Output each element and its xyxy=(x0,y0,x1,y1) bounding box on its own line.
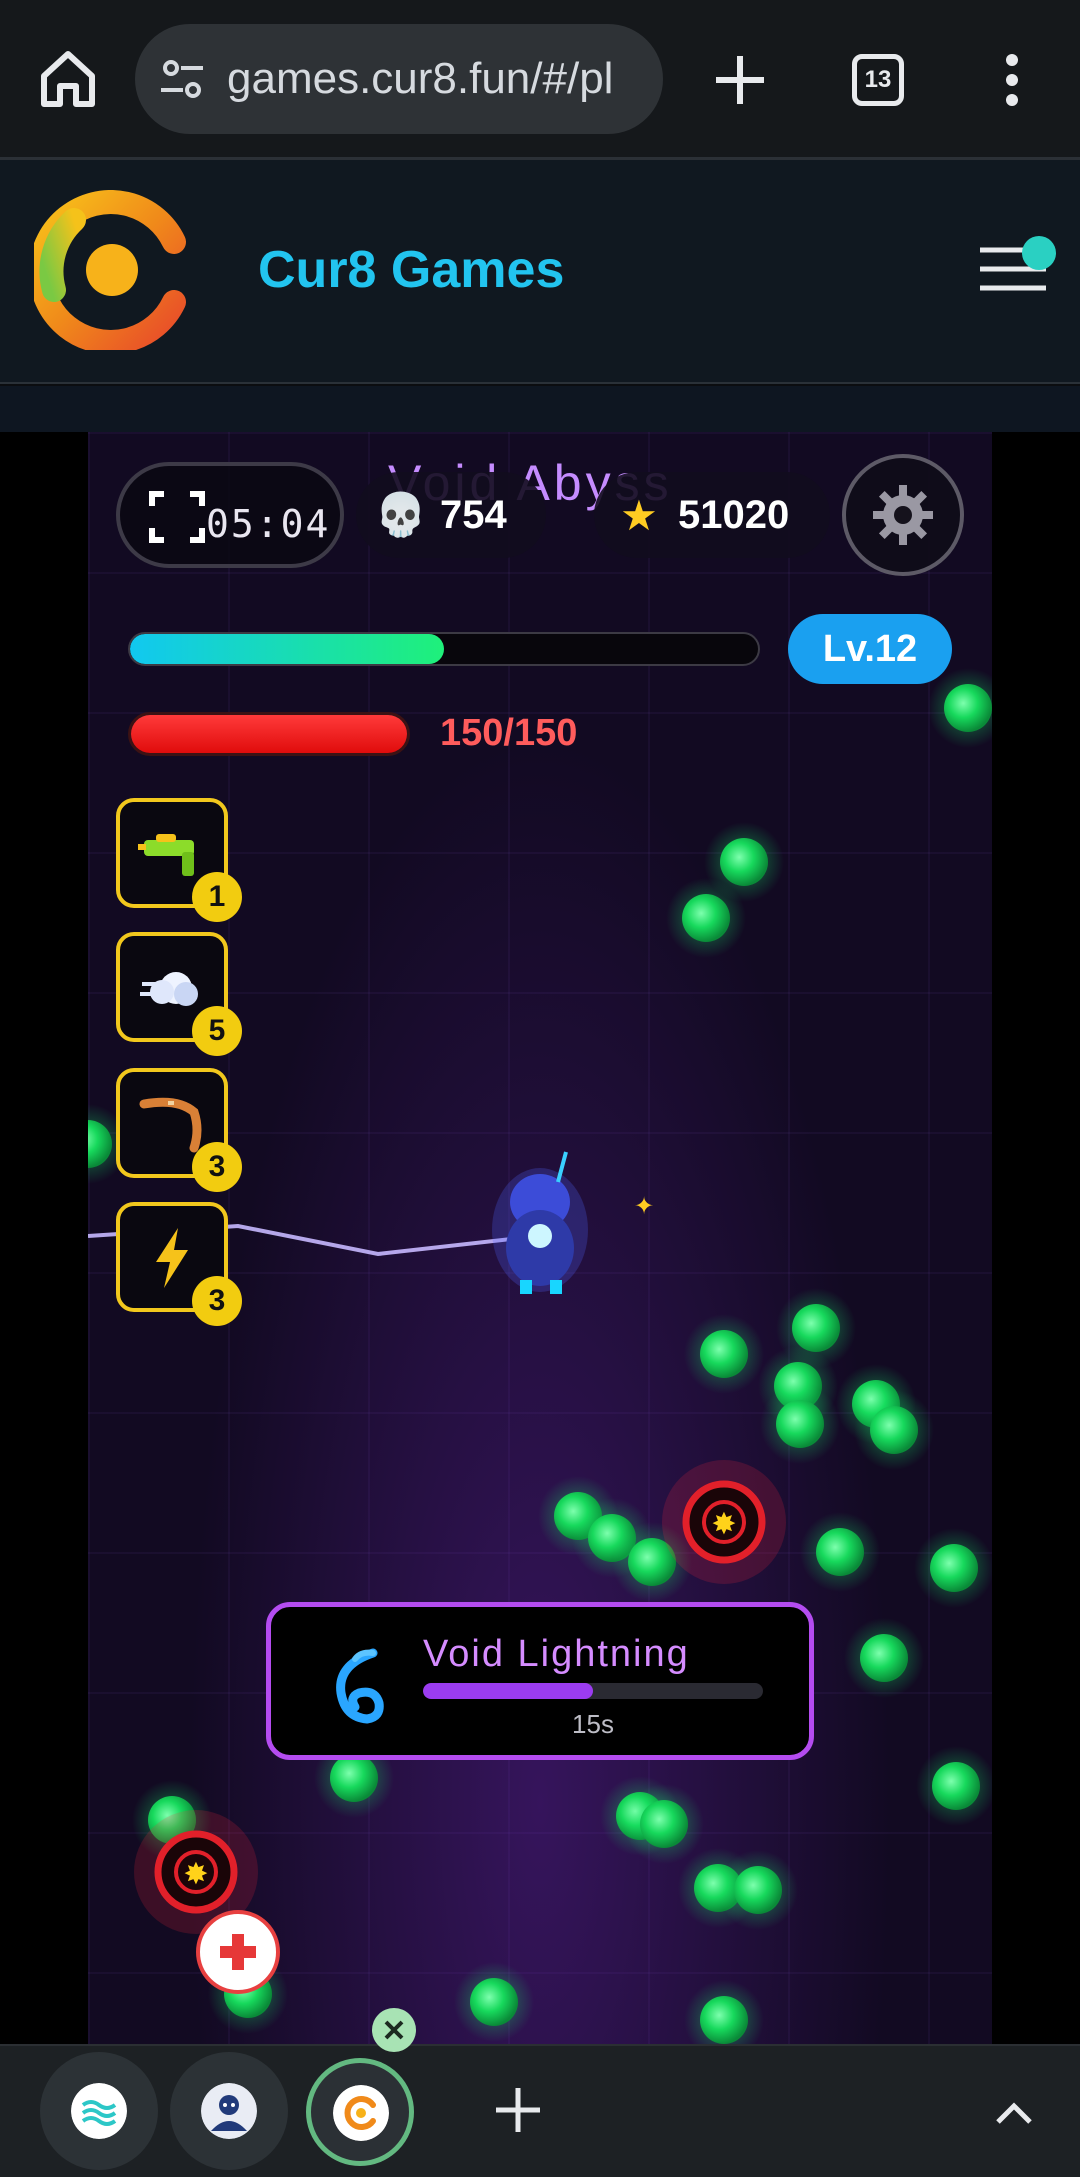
weapon-slot-boomerang[interactable]: 3 xyxy=(116,1068,242,1192)
cur8-logo[interactable] xyxy=(34,190,190,350)
gear-icon xyxy=(873,485,933,545)
kills-value: 754 xyxy=(440,492,507,537)
hp-bar xyxy=(128,712,410,756)
xp-bar xyxy=(128,632,760,666)
hp-text: 150/150 xyxy=(440,712,578,754)
letterbox-left xyxy=(0,432,88,2044)
more-vert-icon[interactable] xyxy=(1000,52,1024,108)
water-gun-icon xyxy=(138,834,194,876)
weapon-slot-lightning[interactable]: 3 xyxy=(116,1202,242,1326)
kills-counter: 💀 754 xyxy=(356,472,546,558)
timer-pill: 05:04 xyxy=(116,462,344,568)
weapon-count: 3 xyxy=(192,1276,242,1326)
waves-logo-icon xyxy=(71,2083,127,2139)
player-character xyxy=(492,1151,588,1294)
hp-bar-fill xyxy=(131,715,407,753)
timer-text: 05:04 xyxy=(206,502,331,546)
chevron-up-icon[interactable] xyxy=(994,2098,1034,2128)
xp-bar-fill xyxy=(130,634,444,664)
tune-icon[interactable] xyxy=(157,54,207,104)
url-text[interactable]: games.cur8.fun/#/pl xyxy=(227,54,647,104)
medical-cross-icon xyxy=(220,1934,256,1970)
weapon-count: 1 xyxy=(192,872,242,922)
skull-icon: 💀 xyxy=(374,490,428,538)
add-tab-icon[interactable] xyxy=(492,2084,544,2136)
tab-3-active[interactable] xyxy=(306,2058,414,2166)
star-icon: ★ xyxy=(620,491,658,539)
site-header: Cur8 Games xyxy=(0,160,1080,384)
spark-icon: ✦ xyxy=(634,1193,654,1220)
cur8-logo-icon xyxy=(333,2085,389,2141)
cloud-icon xyxy=(140,972,198,1006)
tab-2[interactable] xyxy=(170,2052,288,2170)
health-pickup xyxy=(196,1910,280,1994)
boomerang-icon xyxy=(139,1097,202,1153)
lightning-icon xyxy=(156,1228,188,1288)
weapon-count: 5 xyxy=(192,1006,242,1056)
weapon-slot-dash-cloud[interactable]: 5 xyxy=(116,932,242,1056)
home-icon[interactable] xyxy=(36,46,100,110)
header-divider xyxy=(0,386,1080,432)
stars-value: 51020 xyxy=(678,492,790,537)
screen: games.cur8.fun/#/pl 13 Cur8 Games ✸ ✸ ✦ … xyxy=(0,0,1080,2177)
weapon-slot-water-gun[interactable]: 1 xyxy=(116,798,242,922)
skill-name: Void Lightning xyxy=(423,1633,690,1675)
letterbox-right xyxy=(992,432,1080,2044)
cyclone-icon xyxy=(336,1648,384,1724)
site-title[interactable]: Cur8 Games xyxy=(258,240,564,300)
skill-progress-fill xyxy=(423,1683,593,1699)
skill-time-left: 15s xyxy=(572,1709,614,1739)
close-tab-button[interactable] xyxy=(372,2008,416,2052)
address-bar[interactable]: games.cur8.fun/#/pl xyxy=(135,24,663,134)
settings-button[interactable] xyxy=(842,454,964,576)
skill-banner: Void Lightning 15s xyxy=(266,1602,814,1760)
level-badge: Lv.12 xyxy=(788,614,952,684)
tab-1[interactable] xyxy=(40,2052,158,2170)
bomb-enemy: ✸ xyxy=(662,1460,786,1584)
stars-counter: ★ 51020 xyxy=(594,472,830,558)
game-canvas[interactable]: ✸ ✸ ✦ 05:04 Abyss 💀 754 ★ 51020 Lv.12 15… xyxy=(88,432,992,2044)
tab-switcher-button[interactable]: 13 xyxy=(852,54,904,106)
browser-toolbar: games.cur8.fun/#/pl 13 xyxy=(0,0,1080,160)
skill-progress-bar xyxy=(423,1683,763,1699)
close-icon xyxy=(384,2020,404,2040)
new-tab-icon[interactable] xyxy=(712,52,768,108)
avatar-icon xyxy=(201,2083,257,2139)
tab-strip xyxy=(0,2044,1080,2177)
screenshot-frame-icon[interactable] xyxy=(148,488,206,546)
svg-text:✸: ✸ xyxy=(711,1508,736,1541)
weapon-count: 3 xyxy=(192,1142,242,1192)
svg-text:✸: ✸ xyxy=(183,1858,208,1891)
notification-dot xyxy=(1022,236,1056,270)
